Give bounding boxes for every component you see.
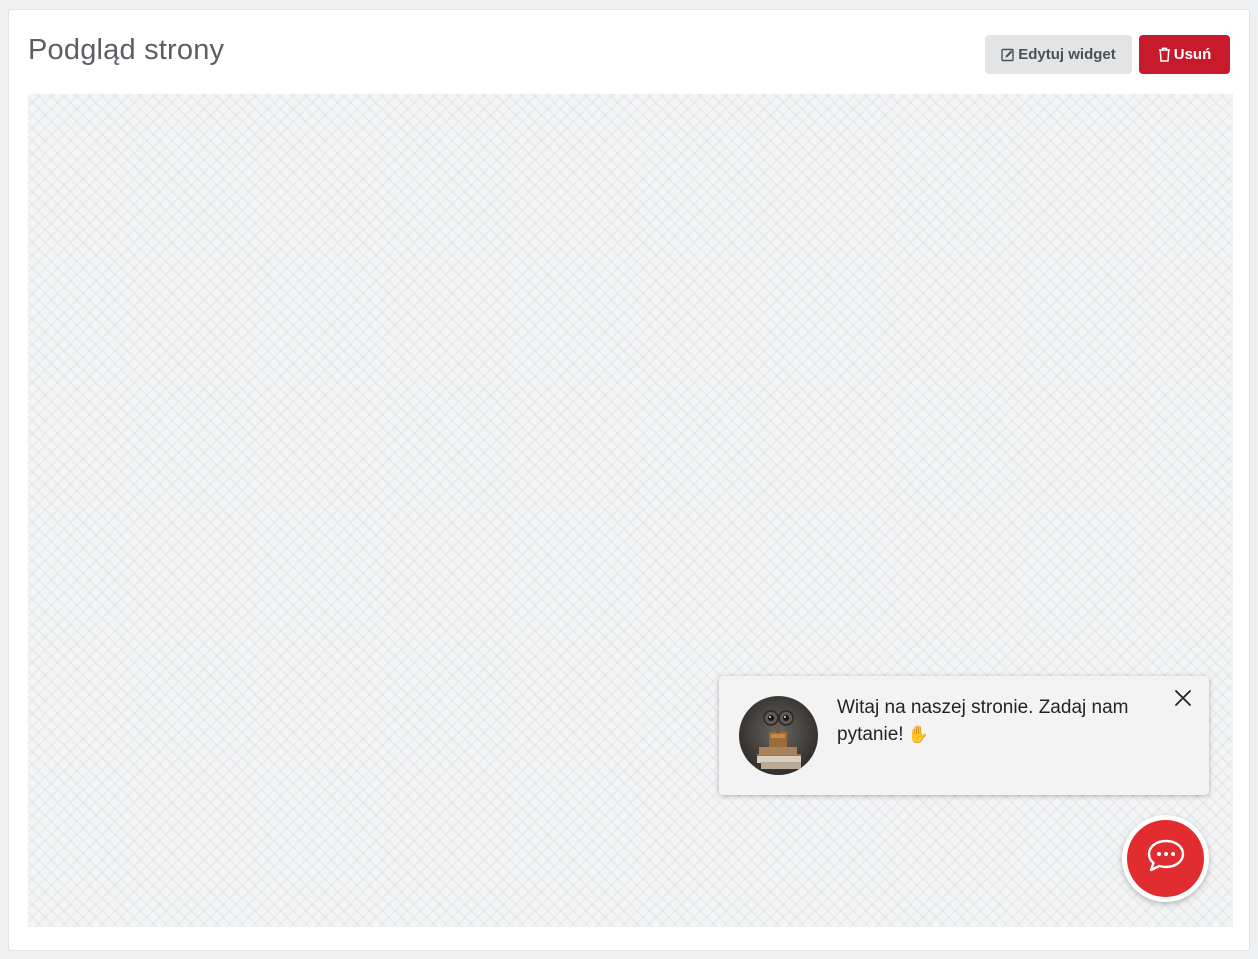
trash-icon <box>1158 47 1171 62</box>
close-icon[interactable] <box>1173 688 1193 708</box>
preview-card: Podgląd strony Edytuj widget Usuń Witaj … <box>8 9 1250 951</box>
chat-greeting-bubble[interactable]: Witaj na naszej stronie. Zadaj nam pytan… <box>719 676 1209 795</box>
greeting-message: Witaj na naszej stronie. Zadaj nam pytan… <box>837 694 1157 748</box>
delete-button[interactable]: Usuń <box>1139 35 1230 74</box>
page-preview-area: Witaj na naszej stronie. Zadaj nam pytan… <box>28 94 1233 927</box>
chat-bubble-icon <box>1146 838 1186 879</box>
wave-emoji: ✋ <box>907 725 929 744</box>
chat-launcher-circle <box>1127 820 1204 897</box>
greeting-text: Witaj na naszej stronie. Zadaj nam pytan… <box>837 697 1129 745</box>
edit-square-icon <box>1001 48 1015 62</box>
edit-widget-label: Edytuj widget <box>1018 46 1116 63</box>
chat-launcher-button[interactable] <box>1122 815 1209 902</box>
edit-widget-button[interactable]: Edytuj widget <box>985 35 1132 74</box>
robot-avatar <box>739 696 818 775</box>
page-title: Podgląd strony <box>28 34 225 66</box>
delete-label: Usuń <box>1173 46 1212 63</box>
